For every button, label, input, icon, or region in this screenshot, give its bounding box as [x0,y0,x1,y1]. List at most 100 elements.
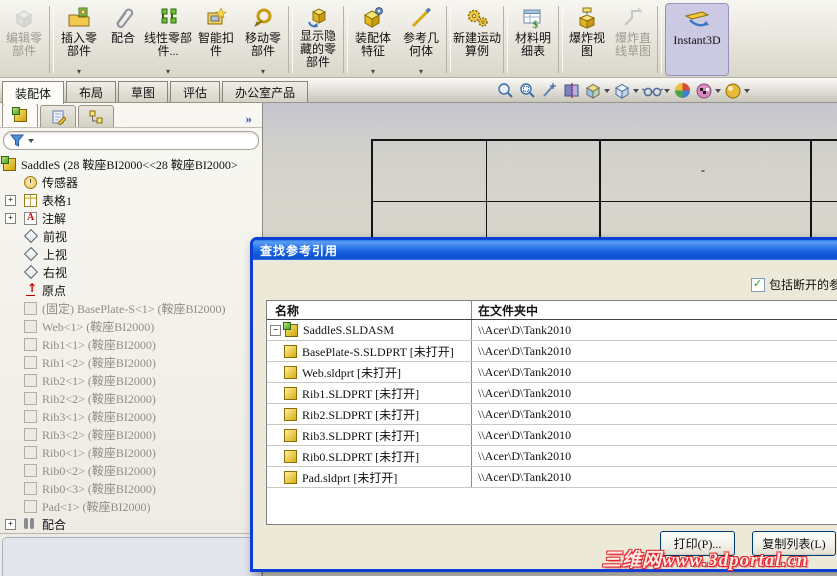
explode-line-sketch-icon [620,4,646,32]
dropdown-arrow-icon[interactable]: ▾ [77,68,81,77]
tree-item-component[interactable]: Rib0<3> (鞍座BI2000) [0,479,262,497]
reference-row[interactable]: Rib3.SLDPRT [未打开] \\Acer\D\Tank2010 [267,425,837,446]
tree-item-component[interactable]: Rib3<1> (鞍座BI2000) [0,407,262,425]
tree-item-component[interactable]: (固定) BasePlate-S<1> (鞍座BI2000) [0,299,262,317]
zoom-to-area-icon[interactable] [518,81,537,100]
plane-icon [23,264,39,280]
watermark: 三维网www.3dportal.cn [602,550,809,571]
tree-item-front-plane[interactable]: 前视 [0,227,262,245]
tree-item-component[interactable]: Rib0<2> (鞍座BI2000) [0,461,262,479]
part-icon [24,445,37,459]
dropdown-arrow-icon[interactable]: ▾ [419,68,423,77]
reference-row[interactable]: Pad.sldprt [未打开] \\Acer\D\Tank2010 [267,467,837,488]
table-border [810,140,812,240]
plane-icon [23,246,39,262]
dropdown-arrow-icon[interactable]: ▾ [261,68,265,77]
tree-item-tables[interactable]: + 表格1 [0,191,262,209]
tree-item-component[interactable]: Rib3<2> (鞍座BI2000) [0,425,262,443]
reference-row[interactable]: Rib2.SLDPRT [未打开] \\Acer\D\Tank2010 [267,404,837,425]
dropdown-arrow-icon[interactable] [744,88,750,93]
reference-row[interactable]: Rib0.SLDPRT [未打开] \\Acer\D\Tank2010 [267,446,837,467]
tab-layout[interactable]: 布局 [66,81,117,102]
exploded-view-button[interactable]: 爆炸视图 [564,2,610,77]
tree-item-sensors[interactable]: 传感器 [0,173,262,191]
tab-assembly[interactable]: 装配体 [2,81,65,104]
tree-item-assembly-root[interactable]: SaddleS (28 鞍座BI2000<<28 鞍座BI2000> [0,155,262,173]
tree-item-top-plane[interactable]: 上视 [0,245,262,263]
reference-row[interactable]: Web.sldprt [未打开] \\Acer\D\Tank2010 [267,362,837,383]
tab-office-products[interactable]: 办公室产品 [222,81,309,102]
table-border [371,139,837,141]
mates-icon [24,517,37,531]
propertymanager-tab[interactable] [40,105,76,127]
dropdown-arrow-icon[interactable] [715,88,721,93]
tree-filter-bar[interactable] [3,131,259,150]
filter-dropdown-arrow-icon[interactable] [28,138,34,143]
expand-toggle[interactable]: + [5,519,16,530]
insert-components-button[interactable]: 插入零部件 ▾ [55,2,103,77]
tree-item-component[interactable]: Rib1<1> (鞍座BI2000) [0,335,262,353]
move-component-button[interactable]: 移动零部件 ▾ [239,2,287,77]
dialog-titlebar[interactable]: 查找参考引用 [253,240,837,260]
tree-item-component[interactable]: Rib2<1> (鞍座BI2000) [0,371,262,389]
assembly-icon [1,155,16,171]
tab-evaluate[interactable]: 评估 [170,81,221,102]
dropdown-arrow-icon[interactable] [604,88,610,93]
display-style-icon[interactable] [613,81,639,100]
hide-show-items-icon[interactable] [642,81,670,100]
mate-button[interactable]: 配合 [103,2,143,77]
tree-item-mates[interactable]: + 配合 [0,515,262,533]
reference-row[interactable]: BasePlate-S.SLDPRT [未打开] \\Acer\D\Tank20… [267,341,837,362]
expand-toggle[interactable]: + [5,195,16,206]
expand-toggle[interactable]: + [5,213,16,224]
include-broken-references-checkbox[interactable]: 包括断开的参考 [751,276,837,293]
assembly-features-button[interactable]: 装配体特征 ▾ [349,2,397,77]
magnified-selection-icon[interactable] [540,81,559,100]
explode-line-sketch-button[interactable]: 爆炸直线草图 [610,2,656,77]
reference-row[interactable]: Rib1.SLDPRT [未打开] \\Acer\D\Tank2010 [267,383,837,404]
zoom-to-fit-icon[interactable] [496,81,515,100]
tree-item-component[interactable]: Rib2<2> (鞍座BI2000) [0,389,262,407]
reference-geometry-button[interactable]: 参考几何体 ▾ [397,2,445,77]
part-icon [284,365,297,379]
part-icon [24,355,37,369]
new-motion-study-button[interactable]: 新建运动算例 [452,2,502,77]
column-name[interactable]: 名称 [267,302,471,319]
part-icon [24,319,37,333]
appearances-icon[interactable] [724,81,750,100]
tab-sketch[interactable]: 草图 [118,81,169,102]
dropdown-arrow-icon[interactable]: ▾ [166,68,170,77]
dropdown-arrow-icon[interactable]: ▾ [371,68,375,77]
panel-tabs: » [0,103,262,128]
smart-fasteners-button[interactable]: 智能扣件 [193,2,239,77]
linear-component-pattern-button[interactable]: 线性零部件... ▾ [143,2,193,77]
part-icon [284,428,297,442]
section-view-icon[interactable] [562,81,581,100]
instant3d-button[interactable]: Instant3D [665,3,729,76]
tree-item-component[interactable]: Pad<1> (鞍座BI2000) [0,497,262,515]
tree-item-component[interactable]: Rib0<1> (鞍座BI2000) [0,443,262,461]
bill-of-materials-button[interactable]: $ 材料明细表 [509,2,557,77]
edit-component-button[interactable]: 编辑零部件 [0,2,48,77]
reference-row[interactable]: − SaddleS.SLDASM \\Acer\D\Tank2010 [267,320,837,341]
tree-item-component[interactable]: Web<1> (鞍座BI2000) [0,317,262,335]
collapse-toggle[interactable]: − [270,324,281,336]
view-settings-icon[interactable] [695,81,721,100]
checkbox-checked-icon[interactable] [751,277,765,292]
part-icon [24,499,37,513]
tree-item-right-plane[interactable]: 右视 [0,263,262,281]
tree-item-annotations[interactable]: +注解 [0,209,262,227]
tree-item-component[interactable]: Rib1<2> (鞍座BI2000) [0,353,262,371]
configurationmanager-tab[interactable] [78,105,114,127]
show-hidden-components-button[interactable]: 显示隐藏的零部件 [294,2,342,77]
tree-item-origin[interactable]: 原点 [0,281,262,299]
view-orientation-icon[interactable] [584,81,610,100]
apply-scene-icon[interactable] [673,81,692,100]
column-in-folder[interactable]: 在文件夹中 [471,301,837,319]
dropdown-arrow-icon[interactable] [664,88,670,93]
part-icon [24,337,37,351]
featuremanager-tree-tab[interactable] [2,103,38,127]
part-icon [24,481,37,495]
panel-overflow-chevron[interactable]: » [246,111,253,127]
dropdown-arrow-icon[interactable] [633,88,639,93]
